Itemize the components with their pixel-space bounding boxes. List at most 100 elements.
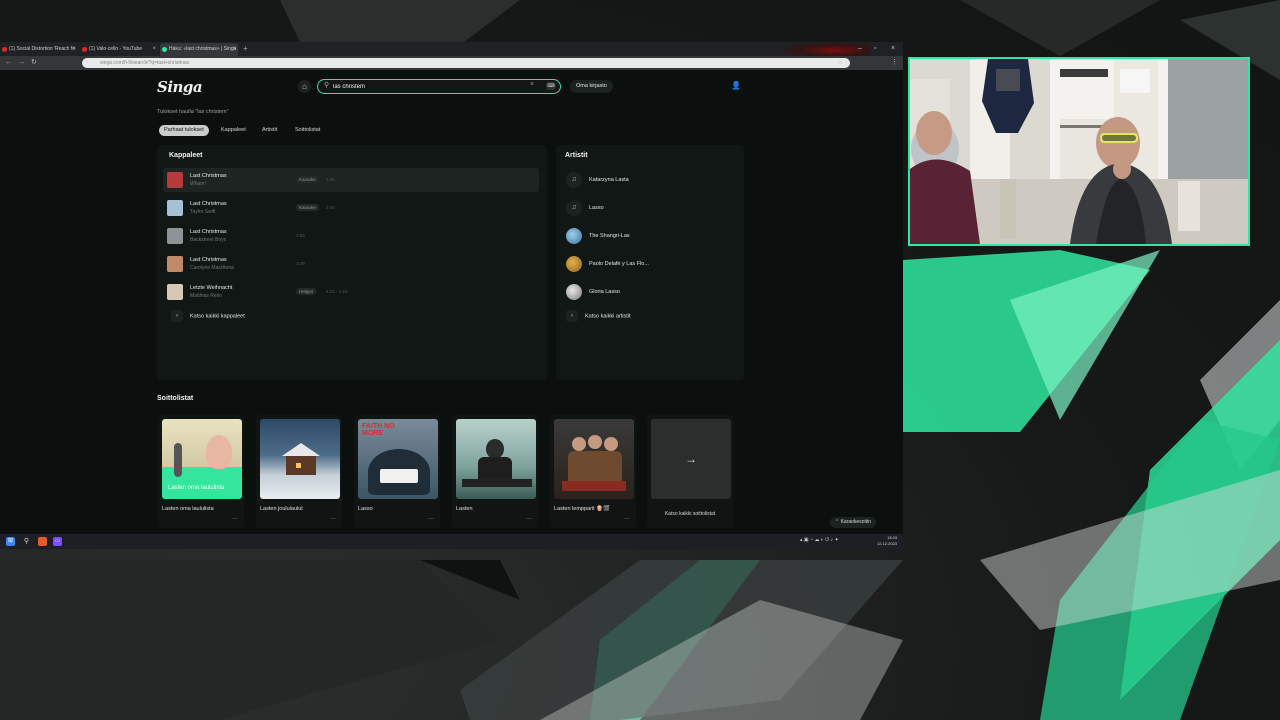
artists-panel: Artistit ♫ Katarzyna Lasta ♫ Lasso The S…: [556, 145, 744, 380]
minimize-icon[interactable]: –: [858, 43, 862, 55]
song-duration: 4:21 · 1:15: [326, 289, 348, 294]
music-note-icon: ♫: [566, 200, 582, 216]
playlist-card[interactable]: FAITH NO MORE Lasso ···: [354, 415, 440, 528]
more-options-icon[interactable]: ···: [330, 516, 336, 522]
playlist-name: Lasten lempparit 🍿🎬: [554, 506, 610, 512]
songs-title: Kappaleet: [169, 152, 203, 159]
song-artist: Wham!: [190, 181, 206, 187]
karaoke-player-button[interactable]: ⌃ Karaokesoitin: [830, 517, 876, 528]
playlists-title: Soittolistat: [157, 395, 194, 402]
see-all-songs-link[interactable]: › Katso kaikki kappaleet: [171, 310, 245, 322]
playlist-cover: [260, 419, 340, 499]
singa-favicon-icon: [162, 47, 167, 52]
user-icon[interactable]: 👤: [731, 81, 741, 90]
clock-date: 12.12.2023: [876, 541, 897, 546]
playlist-card[interactable]: Lasten oma laululista Lasten oma laululi…: [158, 415, 244, 528]
playlist-cover: [554, 419, 634, 499]
more-options-icon[interactable]: ···: [232, 516, 238, 522]
song-artist: Backstreet Boys: [190, 237, 227, 243]
playlist-cover: [456, 419, 536, 499]
artist-avatar: [566, 228, 582, 244]
see-all-playlists-card[interactable]: → Katso kaikki soittolistat: [647, 415, 733, 528]
close-icon[interactable]: ×: [72, 43, 76, 56]
filter-artists[interactable]: Artistit: [257, 125, 282, 136]
playlist-card[interactable]: Lasten ···: [452, 415, 538, 528]
see-all-artists-link[interactable]: › Katso kaikki artistit: [566, 310, 631, 322]
song-cover: [167, 200, 183, 216]
song-row[interactable]: Last Christmas Carolyne Mas/Anna 3:49: [163, 252, 539, 276]
see-all-artists-label: Katso kaikki artistit: [585, 313, 631, 320]
menu-icon[interactable]: ⋮: [891, 58, 898, 68]
webcam-scene: [910, 59, 1248, 244]
song-artist: Matthias Reim: [190, 293, 222, 299]
windows-start-icon[interactable]: ⊞: [6, 537, 15, 546]
more-options-icon[interactable]: ···: [624, 516, 630, 522]
arrow-right-icon: →: [651, 419, 731, 499]
more-options-icon[interactable]: ···: [428, 516, 434, 522]
more-options-icon[interactable]: ···: [526, 516, 532, 522]
song-title: Last Christmas: [190, 173, 227, 179]
close-icon[interactable]: ×: [232, 43, 236, 56]
artist-avatar: [566, 256, 582, 272]
taskbar-clock[interactable]: 13:43 12.12.2023: [877, 535, 897, 547]
filter-best-results[interactable]: Parhaat tulokset: [159, 125, 209, 136]
playlist-name: Lasso: [358, 506, 373, 512]
cover-text: Lasten oma laululista: [168, 485, 225, 491]
song-duration: 3:56: [326, 205, 335, 210]
youtube-icon: [2, 47, 7, 52]
search-box[interactable]: ⚲ × ⌨: [317, 79, 561, 94]
maximize-icon[interactable]: ▫: [874, 43, 876, 55]
browser-tab-active[interactable]: Haku: «last christmas» | Singa ×: [160, 43, 238, 56]
tab-label: Haku: «last christmas» | Singa: [169, 46, 237, 52]
singa-page: Singa ⌂ ⚲ × ⌨ Oma kirjasto 👤 Tulokset ha…: [0, 70, 903, 534]
close-window-icon[interactable]: ×: [891, 43, 895, 55]
search-input[interactable]: [333, 81, 523, 92]
browser-tab[interactable]: (1) Social Distortion 'Reach fo ×: [0, 43, 78, 56]
browser-tab[interactable]: (1) Valo-cello - YouTube ×: [80, 43, 158, 56]
song-row[interactable]: Last Christmas Backstreet Boys 3:58: [163, 224, 539, 248]
arrow-right-icon[interactable]: →: [18, 58, 25, 68]
playlist-card[interactable]: Lasten joululaulut ···: [256, 415, 342, 528]
twitch-icon[interactable]: ▭: [53, 537, 62, 546]
arrow-right-icon: ›: [171, 310, 183, 322]
song-cover: [167, 284, 183, 300]
star-icon[interactable]: ☆: [838, 58, 843, 68]
song-title: Letzte Weihnacht: [190, 285, 233, 291]
clock-time: 13:43: [886, 535, 897, 540]
tab-bar: (1) Social Distortion 'Reach fo × (1) Va…: [0, 42, 903, 56]
filter-playlists[interactable]: Soittolistat: [290, 125, 325, 136]
reload-icon[interactable]: ↻: [31, 58, 37, 68]
my-library-button[interactable]: Oma kirjasto: [570, 80, 613, 93]
address-bar: ← → ↻ singa.com/fi-fi/search/?q=last+chr…: [0, 56, 903, 70]
close-icon[interactable]: ×: [152, 43, 156, 56]
song-duration: 3:49: [296, 261, 305, 266]
new-tab-plus-icon[interactable]: +: [243, 43, 248, 55]
song-row[interactable]: Last Christmas Taylor Swift Karaoke 3:56: [163, 196, 539, 220]
song-duration: 4:36: [326, 177, 335, 182]
filter-songs[interactable]: Kappaleet: [216, 125, 251, 136]
artist-name: Katarzyna Lasta: [589, 177, 629, 183]
playlist-card[interactable]: Lasten lempparit 🍿🎬 ···: [550, 415, 636, 528]
arrow-left-icon[interactable]: ←: [5, 58, 12, 68]
playlist-name: Lasten: [456, 506, 473, 512]
firefox-icon[interactable]: [38, 537, 47, 546]
webcam-feed: [908, 57, 1250, 246]
song-row[interactable]: Letzte Weihnacht Matthias Reim Helppo 4:…: [163, 280, 539, 304]
singa-logo[interactable]: Singa: [157, 78, 203, 96]
search-icon[interactable]: ⚲: [22, 537, 31, 546]
song-tag: Helppo: [296, 288, 317, 295]
url-field[interactable]: singa.com/fi-fi/search/?q=last+christmas: [82, 58, 850, 68]
song-tag: Karaoke: [296, 176, 319, 183]
song-duration: 3:58: [296, 233, 305, 238]
artist-name: Paolo Delafé y Las Flo...: [589, 261, 649, 267]
song-row[interactable]: Last Christmas Wham! Karaoke 4:36: [163, 168, 539, 192]
clear-search-icon[interactable]: ×: [530, 81, 534, 88]
home-icon[interactable]: ⌂: [298, 80, 311, 93]
system-tray-icons[interactable]: ▴ ▣ ◔ ☁ ◐ ⏻ ♪ ✦: [800, 537, 839, 543]
tab-label: (1) Social Distortion 'Reach fo: [9, 46, 75, 52]
playlist-name: Lasten joululaulut: [260, 506, 303, 512]
keyboard-icon[interactable]: ⌨: [546, 82, 556, 90]
url-text: singa.com/fi-fi/search/?q=last+christmas: [100, 60, 190, 66]
tab-label: (1) Valo-cello - YouTube: [89, 46, 143, 52]
song-title: Last Christmas: [190, 257, 227, 263]
